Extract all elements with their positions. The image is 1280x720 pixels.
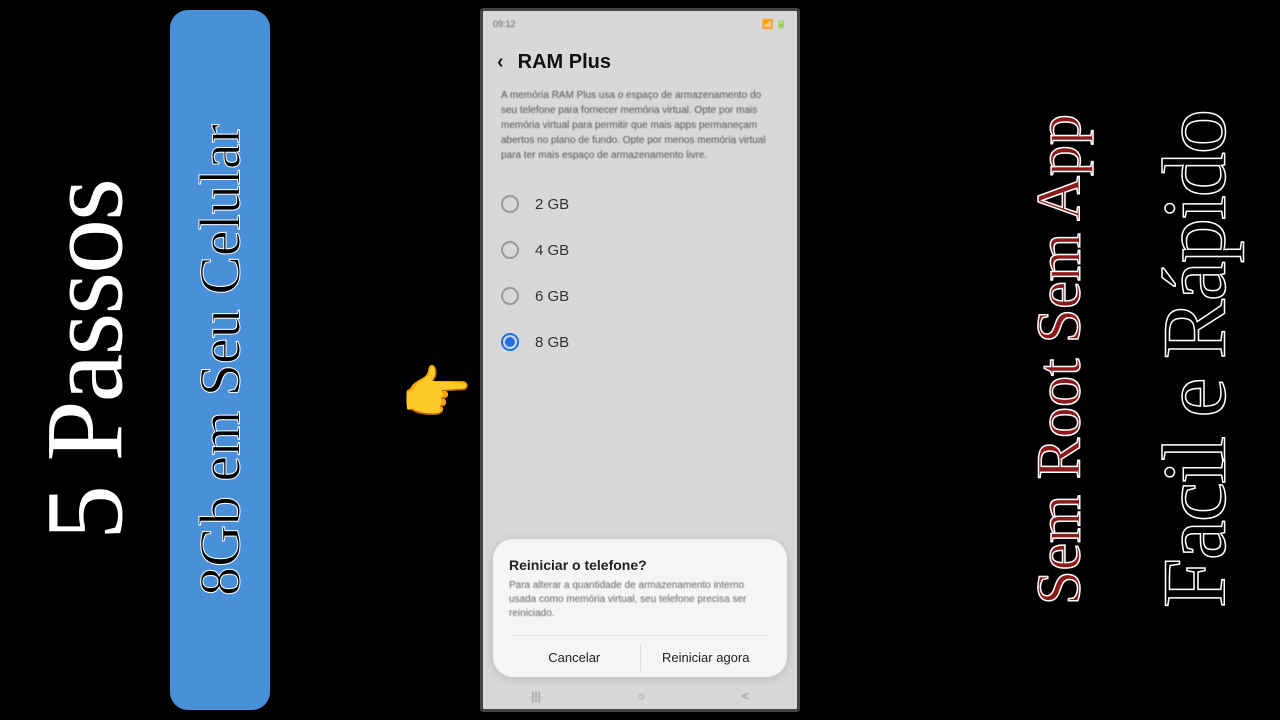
nav-home-icon[interactable]: ○: [638, 689, 645, 703]
back-icon[interactable]: ‹: [497, 51, 504, 74]
option-label: 8 GB: [535, 334, 569, 351]
dialog-body: Para alterar a quantidade de armazenamen…: [509, 579, 771, 621]
option-label: 6 GB: [535, 288, 569, 305]
option-2gb[interactable]: 2 GB: [493, 181, 787, 227]
page-title: RAM Plus: [518, 51, 611, 74]
screen-header: ‹ RAM Plus: [483, 37, 797, 84]
option-6gb[interactable]: 6 GB: [493, 273, 787, 319]
banner-facil-rapido: Facil e Rápido: [1130, 10, 1260, 710]
cancel-button[interactable]: Cancelar: [509, 644, 640, 671]
ram-plus-description: A memória RAM Plus usa o espaço de armaz…: [483, 84, 797, 181]
ram-options-list: 2 GB 4 GB 6 GB 8 GB: [483, 181, 797, 365]
option-label: 2 GB: [535, 196, 569, 213]
option-label: 4 GB: [535, 242, 569, 259]
dialog-actions: Cancelar Reiniciar agora: [509, 635, 771, 671]
banner-5-passos: 5 Passos: [20, 10, 150, 710]
status-bar: 09:12 📶 🔋: [483, 11, 797, 37]
option-8gb[interactable]: 8 GB: [493, 319, 787, 365]
nav-recent-icon[interactable]: |||: [531, 689, 540, 703]
banner-sem-root: Sem Root Sem App: [1010, 10, 1110, 710]
android-navbar: ||| ○ <: [483, 683, 797, 709]
pointing-hand-icon: 👉: [400, 360, 472, 428]
restart-now-button[interactable]: Reiniciar agora: [641, 644, 772, 671]
status-icons: 📶 🔋: [762, 19, 787, 30]
restart-dialog: Reiniciar o telefone? Para alterar a qua…: [493, 539, 787, 677]
phone-screenshot: 09:12 📶 🔋 ‹ RAM Plus A memória RAM Plus …: [480, 8, 800, 712]
radio-icon: [501, 241, 519, 259]
nav-back-icon[interactable]: <: [742, 689, 749, 703]
dialog-title: Reiniciar o telefone?: [509, 557, 771, 573]
banner-8gb: 8Gb em Seu Celular: [170, 10, 270, 710]
radio-icon: [501, 195, 519, 213]
radio-icon: [501, 287, 519, 305]
radio-icon-selected: [501, 333, 519, 351]
option-4gb[interactable]: 4 GB: [493, 227, 787, 273]
status-time: 09:12: [493, 19, 516, 29]
